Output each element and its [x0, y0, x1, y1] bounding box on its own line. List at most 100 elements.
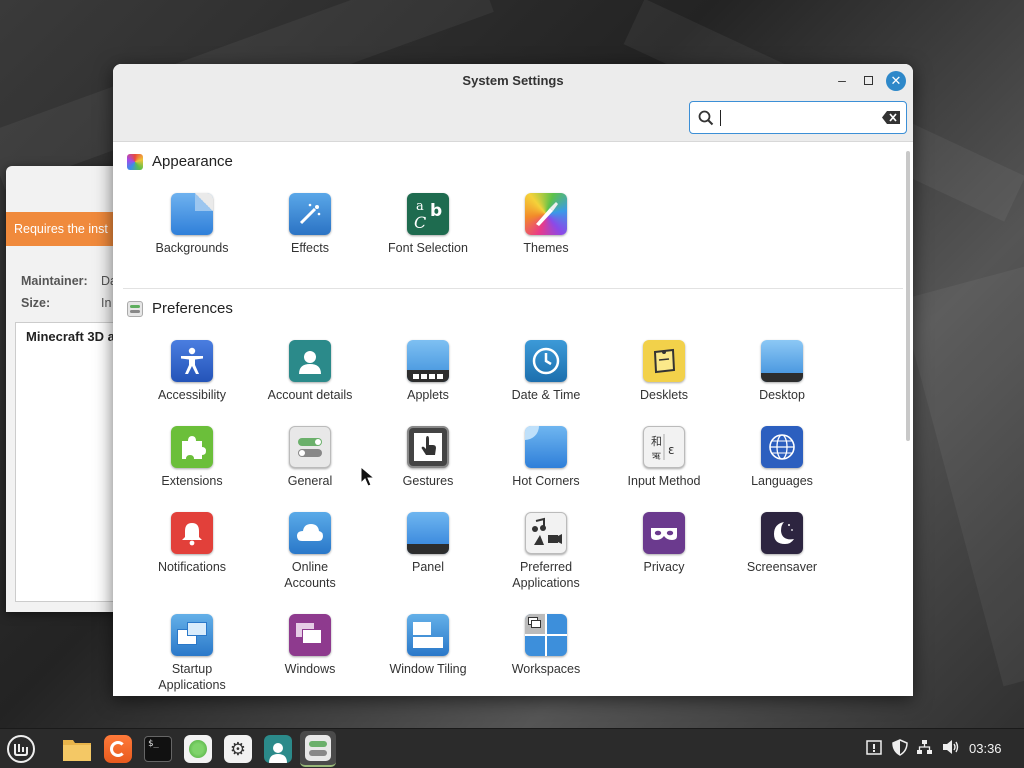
network-tray-icon[interactable] [916, 739, 933, 758]
hot-corners-icon [525, 426, 567, 468]
windows-icon [289, 614, 331, 656]
item-label: Online Accounts [284, 560, 336, 590]
close-button[interactable]: ✕ [886, 71, 906, 91]
desklets-icon [643, 340, 685, 382]
svg-text:和: 和 [651, 435, 662, 448]
svg-text:ऋ: ऋ [652, 451, 661, 462]
item-label: General [287, 474, 333, 488]
preferences-icon [127, 300, 143, 317]
settings-item-workspaces[interactable]: Workspaces [487, 614, 605, 677]
settings-launcher[interactable]: ⚙ [222, 733, 254, 765]
item-label: Input Method [627, 474, 701, 488]
system-settings-taskbar-button[interactable] [300, 731, 336, 767]
item-label: Font Selection [388, 241, 468, 255]
item-label: Startup Applications [158, 662, 226, 692]
settings-item-windows[interactable]: Windows [251, 614, 369, 677]
menu-icon [7, 735, 35, 763]
terminal-launcher[interactable]: $_ [142, 733, 174, 765]
workspaces-icon [525, 614, 567, 656]
settings-item-notifications[interactable]: Notifications [133, 512, 251, 575]
maximize-button[interactable] [858, 70, 878, 90]
settings-item-preferred-applications[interactable]: Preferred Applications [487, 512, 605, 591]
svg-text:C: C [414, 213, 426, 232]
search-icon [698, 110, 714, 126]
section-appearance: Appearance [127, 153, 233, 170]
settings-item-screensaver[interactable]: Screensaver [723, 512, 841, 575]
shield-tray-icon[interactable] [892, 739, 908, 759]
item-label: Panel [412, 560, 444, 574]
settings-item-applets[interactable]: Applets [369, 340, 487, 403]
appearance-icon [127, 153, 143, 170]
taskbar: $_ ⚙ 03:36 [0, 728, 1024, 768]
item-label: Desktop [759, 388, 805, 402]
item-label: Account details [267, 388, 353, 402]
input-method-icon: 和ऋε [643, 426, 685, 468]
globe-icon [761, 426, 803, 468]
users-icon [264, 735, 292, 763]
svg-text:b: b [430, 201, 442, 221]
firefox-launcher[interactable] [102, 733, 134, 765]
clock[interactable]: 03:36 [969, 741, 1002, 756]
software-manager-launcher[interactable] [182, 733, 214, 765]
item-label: Date & Time [511, 388, 581, 402]
settings-item-backgrounds[interactable]: Backgrounds [133, 193, 251, 256]
account-icon [289, 340, 331, 382]
terminal-icon: $_ [144, 736, 172, 762]
system-settings-icon [305, 735, 331, 761]
toggles-icon [289, 426, 331, 468]
backgrounds-icon [171, 193, 213, 235]
users-launcher[interactable] [262, 733, 294, 765]
settings-item-desktop[interactable]: Desktop [723, 340, 841, 403]
software-manager-icon [184, 735, 212, 763]
panel-icon [407, 512, 449, 554]
settings-item-themes[interactable]: Themes [487, 193, 605, 256]
size-row: Size: In [21, 296, 112, 310]
settings-item-startup-applications[interactable]: Startup Applications [133, 614, 251, 693]
settings-item-account-details[interactable]: Account details [251, 340, 369, 403]
clear-search-icon[interactable] [882, 111, 900, 124]
settings-item-privacy[interactable]: Privacy [605, 512, 723, 575]
settings-item-input-method[interactable]: 和ऋε Input Method [605, 426, 723, 489]
item-label: Backgrounds [155, 241, 229, 255]
tiling-icon [407, 614, 449, 656]
settings-item-extensions[interactable]: Extensions [133, 426, 251, 489]
search-input[interactable] [689, 101, 907, 134]
settings-item-date-time[interactable]: Date & Time [487, 340, 605, 403]
system-settings-window: System Settings – ✕ Appearance Backgroun… [113, 64, 913, 696]
item-label: Screensaver [746, 560, 818, 574]
item-label: Applets [407, 388, 449, 402]
item-label: Gestures [402, 474, 454, 488]
item-label: Effects [291, 241, 329, 255]
wallpaper-stripe [900, 263, 1024, 687]
close-icon: ✕ [890, 73, 902, 88]
settings-item-gestures[interactable]: Gestures [369, 426, 487, 489]
minimize-button[interactable]: – [832, 70, 852, 90]
files-launcher[interactable] [61, 733, 93, 765]
settings-item-effects[interactable]: Effects [251, 193, 369, 256]
titlebar: System Settings – ✕ [113, 64, 913, 142]
effects-icon [289, 193, 331, 235]
settings-item-hot-corners[interactable]: Hot Corners [487, 426, 605, 489]
menu-button[interactable] [5, 733, 37, 765]
section-divider [123, 288, 903, 289]
mouse-pointer-icon [360, 466, 376, 487]
settings-item-accessibility[interactable]: Accessibility [133, 340, 251, 403]
item-label: Hot Corners [512, 474, 580, 488]
update-manager-tray-icon[interactable] [866, 739, 882, 758]
settings-item-general[interactable]: General [251, 426, 369, 489]
mask-icon [643, 512, 685, 554]
settings-item-window-tiling[interactable]: Window Tiling [369, 614, 487, 677]
volume-tray-icon[interactable] [942, 739, 960, 758]
clock-icon [525, 340, 567, 382]
scrollbar[interactable] [906, 151, 910, 441]
accessibility-icon [171, 340, 213, 382]
settings-item-font-selection[interactable]: abC Font Selection [369, 193, 487, 256]
item-label: Desklets [640, 388, 688, 402]
section-preferences: Preferences [127, 300, 233, 317]
settings-item-languages[interactable]: Languages [723, 426, 841, 489]
settings-item-desklets[interactable]: Desklets [605, 340, 723, 403]
settings-item-online-accounts[interactable]: Online Accounts [251, 512, 369, 591]
item-label: Languages [751, 474, 813, 488]
background-window[interactable]: Requires the inst Maintainer: Da Size: In … [6, 166, 126, 612]
settings-item-panel[interactable]: Panel [369, 512, 487, 575]
